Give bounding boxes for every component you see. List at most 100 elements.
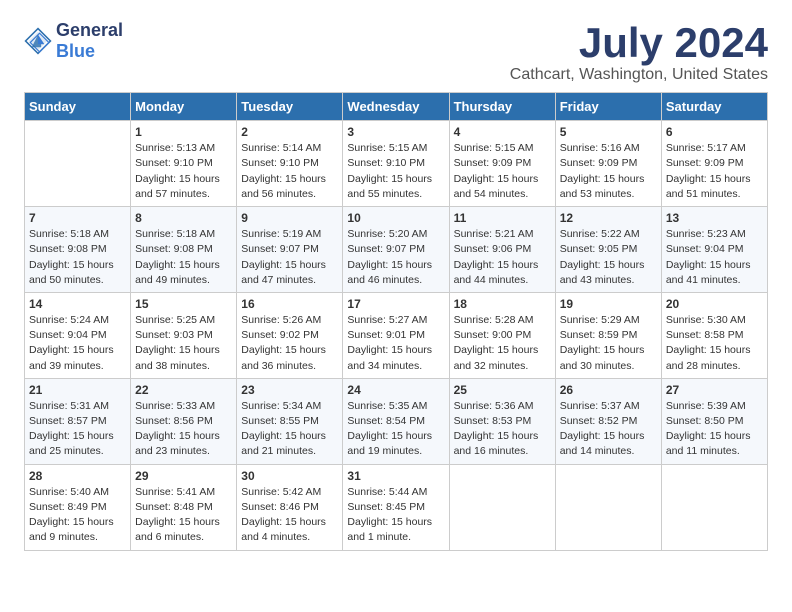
calendar-week-row: 21 Sunrise: 5:31 AM Sunset: 8:57 PM Dayli… [25,378,768,464]
header-tuesday: Tuesday [237,93,343,121]
calendar-title: July 2024 [510,20,768,66]
day-info: Sunrise: 5:15 AM Sunset: 9:09 PM Dayligh… [454,141,551,202]
calendar-week-row: 1 Sunrise: 5:13 AM Sunset: 9:10 PM Daylig… [25,121,768,207]
calendar-cell: 23 Sunrise: 5:34 AM Sunset: 8:55 PM Dayli… [237,378,343,464]
day-info: Sunrise: 5:21 AM Sunset: 9:06 PM Dayligh… [454,227,551,288]
calendar-cell: 15 Sunrise: 5:25 AM Sunset: 9:03 PM Dayli… [131,292,237,378]
day-number: 27 [666,383,763,397]
calendar-header-row: SundayMondayTuesdayWednesdayThursdayFrid… [25,93,768,121]
day-info: Sunrise: 5:35 AM Sunset: 8:54 PM Dayligh… [347,399,444,460]
calendar-cell: 2Sunrise: 5:14 AM Sunset: 9:10 PM Daylig… [237,121,343,207]
day-info: Sunrise: 5:37 AM Sunset: 8:52 PM Dayligh… [560,399,657,460]
day-number: 8 [135,211,232,225]
calendar-cell: 30 Sunrise: 5:42 AM Sunset: 8:46 PM Dayli… [237,464,343,550]
day-info: Sunrise: 5:13 AM Sunset: 9:10 PM Dayligh… [135,141,232,202]
day-info: Sunrise: 5:25 AM Sunset: 9:03 PM Dayligh… [135,313,232,374]
day-info: Sunrise: 5:39 AM Sunset: 8:50 PM Dayligh… [666,399,763,460]
calendar-cell [555,464,661,550]
day-number: 13 [666,211,763,225]
calendar-cell: 17 Sunrise: 5:27 AM Sunset: 9:01 PM Dayli… [343,292,449,378]
calendar-week-row: 14Sunrise: 5:24 AM Sunset: 9:04 PM Dayli… [25,292,768,378]
calendar-cell: 29Sunrise: 5:41 AM Sunset: 8:48 PM Dayli… [131,464,237,550]
calendar-cell [25,121,131,207]
calendar-week-row: 7Sunrise: 5:18 AM Sunset: 9:08 PM Daylig… [25,207,768,293]
day-info: Sunrise: 5:31 AM Sunset: 8:57 PM Dayligh… [29,399,126,460]
calendar-table: SundayMondayTuesdayWednesdayThursdayFrid… [24,92,768,550]
calendar-cell: 24 Sunrise: 5:35 AM Sunset: 8:54 PM Dayli… [343,378,449,464]
day-number: 29 [135,469,232,483]
calendar-cell: 5Sunrise: 5:16 AM Sunset: 9:09 PM Daylig… [555,121,661,207]
day-number: 20 [666,297,763,311]
calendar-cell: 16Sunrise: 5:26 AM Sunset: 9:02 PM Dayli… [237,292,343,378]
calendar-cell: 10 Sunrise: 5:20 AM Sunset: 9:07 PM Dayli… [343,207,449,293]
calendar-cell: 25Sunrise: 5:36 AM Sunset: 8:53 PM Dayli… [449,378,555,464]
calendar-cell: 7Sunrise: 5:18 AM Sunset: 9:08 PM Daylig… [25,207,131,293]
calendar-cell: 11 Sunrise: 5:21 AM Sunset: 9:06 PM Dayli… [449,207,555,293]
day-number: 11 [454,211,551,225]
logo-icon [24,27,52,55]
header-friday: Friday [555,93,661,121]
day-number: 30 [241,469,338,483]
day-number: 10 [347,211,444,225]
calendar-cell: 4 Sunrise: 5:15 AM Sunset: 9:09 PM Daylig… [449,121,555,207]
title-area: July 2024 Cathcart, Washington, United S… [510,20,768,84]
calendar-cell: 26 Sunrise: 5:37 AM Sunset: 8:52 PM Dayli… [555,378,661,464]
calendar-cell: 14Sunrise: 5:24 AM Sunset: 9:04 PM Dayli… [25,292,131,378]
day-info: Sunrise: 5:19 AM Sunset: 9:07 PM Dayligh… [241,227,338,288]
day-number: 5 [560,125,657,139]
day-info: Sunrise: 5:24 AM Sunset: 9:04 PM Dayligh… [29,313,126,374]
calendar-subtitle: Cathcart, Washington, United States [510,66,768,84]
calendar-cell: 21 Sunrise: 5:31 AM Sunset: 8:57 PM Dayli… [25,378,131,464]
logo: General Blue [24,20,123,62]
day-number: 12 [560,211,657,225]
calendar-cell: 28Sunrise: 5:40 AM Sunset: 8:49 PM Dayli… [25,464,131,550]
logo-blue: Blue [56,41,95,61]
day-info: Sunrise: 5:29 AM Sunset: 8:59 PM Dayligh… [560,313,657,374]
calendar-cell [661,464,767,550]
day-number: 21 [29,383,126,397]
calendar-week-row: 28Sunrise: 5:40 AM Sunset: 8:49 PM Dayli… [25,464,768,550]
calendar-cell: 1 Sunrise: 5:13 AM Sunset: 9:10 PM Daylig… [131,121,237,207]
day-info: Sunrise: 5:17 AM Sunset: 9:09 PM Dayligh… [666,141,763,202]
day-info: Sunrise: 5:20 AM Sunset: 9:07 PM Dayligh… [347,227,444,288]
day-info: Sunrise: 5:14 AM Sunset: 9:10 PM Dayligh… [241,141,338,202]
day-number: 18 [454,297,551,311]
calendar-cell: 18 Sunrise: 5:28 AM Sunset: 9:00 PM Dayli… [449,292,555,378]
logo-general: General [56,20,123,40]
calendar-cell: 19Sunrise: 5:29 AM Sunset: 8:59 PM Dayli… [555,292,661,378]
header-saturday: Saturday [661,93,767,121]
day-number: 4 [454,125,551,139]
calendar-cell: 27 Sunrise: 5:39 AM Sunset: 8:50 PM Dayli… [661,378,767,464]
calendar-cell: 31Sunrise: 5:44 AM Sunset: 8:45 PM Dayli… [343,464,449,550]
day-info: Sunrise: 5:40 AM Sunset: 8:49 PM Dayligh… [29,485,126,546]
calendar-cell: 12Sunrise: 5:22 AM Sunset: 9:05 PM Dayli… [555,207,661,293]
day-number: 26 [560,383,657,397]
day-info: Sunrise: 5:28 AM Sunset: 9:00 PM Dayligh… [454,313,551,374]
calendar-cell [449,464,555,550]
day-info: Sunrise: 5:27 AM Sunset: 9:01 PM Dayligh… [347,313,444,374]
day-info: Sunrise: 5:30 AM Sunset: 8:58 PM Dayligh… [666,313,763,374]
day-info: Sunrise: 5:15 AM Sunset: 9:10 PM Dayligh… [347,141,444,202]
day-info: Sunrise: 5:18 AM Sunset: 9:08 PM Dayligh… [135,227,232,288]
day-number: 23 [241,383,338,397]
header: General Blue July 2024 Cathcart, Washing… [24,20,768,84]
day-number: 1 [135,125,232,139]
calendar-cell: 6Sunrise: 5:17 AM Sunset: 9:09 PM Daylig… [661,121,767,207]
day-number: 9 [241,211,338,225]
calendar-cell: 8 Sunrise: 5:18 AM Sunset: 9:08 PM Daylig… [131,207,237,293]
day-info: Sunrise: 5:18 AM Sunset: 9:08 PM Dayligh… [29,227,126,288]
day-info: Sunrise: 5:42 AM Sunset: 8:46 PM Dayligh… [241,485,338,546]
day-number: 31 [347,469,444,483]
day-info: Sunrise: 5:26 AM Sunset: 9:02 PM Dayligh… [241,313,338,374]
calendar-cell: 3 Sunrise: 5:15 AM Sunset: 9:10 PM Daylig… [343,121,449,207]
header-monday: Monday [131,93,237,121]
calendar-cell: 22Sunrise: 5:33 AM Sunset: 8:56 PM Dayli… [131,378,237,464]
day-info: Sunrise: 5:34 AM Sunset: 8:55 PM Dayligh… [241,399,338,460]
day-number: 24 [347,383,444,397]
calendar-cell: 13 Sunrise: 5:23 AM Sunset: 9:04 PM Dayli… [661,207,767,293]
day-number: 15 [135,297,232,311]
logo-text: General Blue [56,20,123,62]
day-number: 3 [347,125,444,139]
day-info: Sunrise: 5:23 AM Sunset: 9:04 PM Dayligh… [666,227,763,288]
day-number: 17 [347,297,444,311]
